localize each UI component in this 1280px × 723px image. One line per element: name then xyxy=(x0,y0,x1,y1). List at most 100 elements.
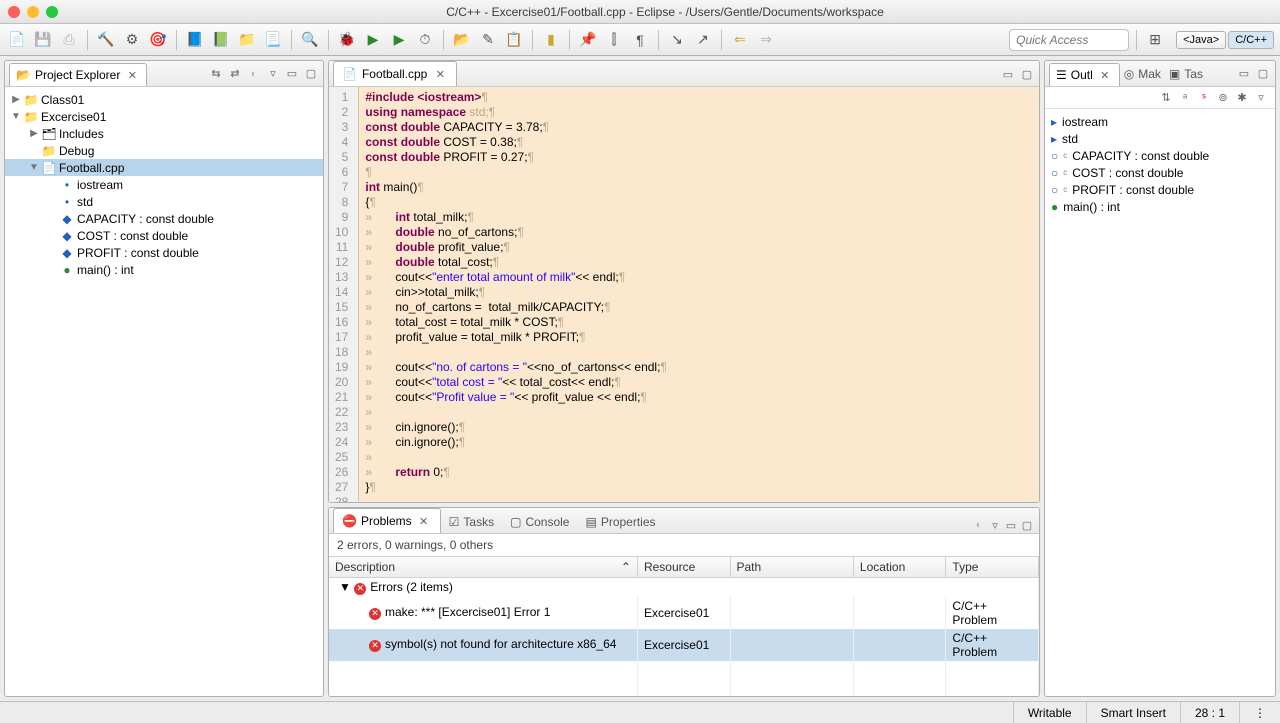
filter-static-icon[interactable]: ˢ xyxy=(1196,90,1212,106)
outline-list[interactable]: ▸iostream▸std○cCAPACITY : const double○c… xyxy=(1045,109,1275,696)
open-perspective-button[interactable]: ⊞ xyxy=(1144,29,1166,51)
column-header[interactable]: Location xyxy=(853,557,946,578)
tab-properties[interactable]: ▤ Properties xyxy=(577,511,663,533)
pin-button[interactable]: 📌 xyxy=(577,29,599,51)
prev-annotation-button[interactable]: ↗ xyxy=(692,29,714,51)
view-menu-icon[interactable]: ▿ xyxy=(265,66,281,82)
minimize-editor-icon[interactable]: ▭ xyxy=(1000,66,1016,82)
next-annotation-button[interactable]: ↘ xyxy=(666,29,688,51)
hide-nonpublic-icon[interactable]: ⊚ xyxy=(1215,90,1231,106)
outline-item[interactable]: ○cCOST : const double xyxy=(1045,164,1275,181)
link-editor-icon[interactable]: ⇄ xyxy=(227,66,243,82)
run-button[interactable]: ▶ xyxy=(362,29,384,51)
expand-arrow-icon[interactable]: ▼ xyxy=(29,162,39,173)
maximize-view-icon[interactable]: ▢ xyxy=(1255,66,1271,82)
save-button[interactable]: 💾 xyxy=(32,29,54,51)
perspective-java[interactable]: <Java> xyxy=(1176,31,1226,49)
run-last-button[interactable]: ▶ xyxy=(388,29,410,51)
new-class-button[interactable]: 📗 xyxy=(210,29,232,51)
maximize-view-icon[interactable]: ▢ xyxy=(303,66,319,82)
group-icon[interactable]: ✱ xyxy=(1234,90,1250,106)
close-icon[interactable]: ✕ xyxy=(1097,67,1113,83)
forward-button[interactable]: ⇒ xyxy=(755,29,777,51)
tree-item[interactable]: ◆COST : const double xyxy=(5,227,323,244)
editor-tab-football[interactable]: 📄 Football.cpp ✕ xyxy=(333,61,457,86)
build-target-button[interactable]: 🎯 xyxy=(147,29,169,51)
tree-item[interactable]: ▼📁Excercise01 xyxy=(5,108,323,125)
minimize-window-button[interactable] xyxy=(27,6,39,18)
close-icon[interactable]: ✕ xyxy=(124,67,140,83)
problem-row[interactable]: ✕make: *** [Excercise01] Error 1Excercis… xyxy=(329,597,1039,629)
status-menu[interactable]: ⋮ xyxy=(1239,702,1280,723)
code-content[interactable]: #include <iostream>¶using namespace std;… xyxy=(359,87,673,502)
tab-problems[interactable]: ⛔ Problems ✕ xyxy=(333,508,441,533)
search-button[interactable]: 🔍 xyxy=(299,29,321,51)
zoom-window-button[interactable] xyxy=(46,6,58,18)
problem-row[interactable]: ✕symbol(s) not found for architecture x8… xyxy=(329,629,1039,661)
outline-tab[interactable]: ☰ Outl ✕ xyxy=(1049,63,1120,86)
save-all-button[interactable]: ⎙ xyxy=(58,29,80,51)
project-tree[interactable]: ▶📁Class01▼📁Excercise01▶🗂Includes📁Debug▼📄… xyxy=(5,87,323,696)
tree-item[interactable]: ▼📄Football.cpp xyxy=(5,159,323,176)
expand-arrow-icon[interactable]: ▶ xyxy=(29,128,39,139)
outline-item[interactable]: ○cPROFIT : const double xyxy=(1045,181,1275,198)
toggle-mark-button[interactable]: ▮ xyxy=(540,29,562,51)
column-header[interactable]: Resource xyxy=(637,557,730,578)
close-tab-icon[interactable]: ✕ xyxy=(432,66,448,82)
error-group-row[interactable]: ▼ ✕Errors (2 items) xyxy=(329,578,1039,597)
build-button[interactable]: 🔨 xyxy=(95,29,117,51)
tree-item[interactable]: ◆CAPACITY : const double xyxy=(5,210,323,227)
tab-tasks[interactable]: ☑ Tasks xyxy=(441,511,502,533)
minimize-view-icon[interactable]: ▭ xyxy=(1003,517,1019,533)
profile-button[interactable]: ⏱ xyxy=(414,29,436,51)
tab-console[interactable]: ▢ Console xyxy=(502,511,577,533)
problems-table[interactable]: Description⌃ResourcePathLocationType ▼ ✕… xyxy=(329,556,1039,696)
new-button[interactable]: 📄 xyxy=(6,29,28,51)
open-element-button[interactable]: 📋 xyxy=(503,29,525,51)
tab-make[interactable]: ◎ Mak xyxy=(1120,64,1165,84)
outline-item[interactable]: ▸std xyxy=(1045,130,1275,147)
expand-arrow-icon[interactable]: ▶ xyxy=(11,94,21,105)
view-menu-icon[interactable]: ▿ xyxy=(987,517,1003,533)
expand-arrow-icon[interactable]: ▼ xyxy=(11,111,21,122)
column-header[interactable]: Type xyxy=(946,557,1039,578)
sort-icon[interactable]: ⇅ xyxy=(1158,90,1174,106)
quick-access-input[interactable] xyxy=(1009,29,1129,51)
column-header[interactable]: Description⌃ xyxy=(329,557,637,578)
open-task-button[interactable]: ✎ xyxy=(477,29,499,51)
focus-problems-icon[interactable]: ◐ xyxy=(971,517,987,533)
close-icon[interactable]: ✕ xyxy=(416,513,432,529)
focus-icon[interactable]: ◐ xyxy=(246,66,262,82)
collapse-all-icon[interactable]: ⇆ xyxy=(208,66,224,82)
expand-arrow-icon[interactable]: ▼ xyxy=(339,580,351,594)
tree-item[interactable]: 📁Debug xyxy=(5,142,323,159)
maximize-editor-icon[interactable]: ▢ xyxy=(1019,66,1035,82)
minimize-view-icon[interactable]: ▭ xyxy=(1236,66,1252,82)
back-button[interactable]: ⇐ xyxy=(729,29,751,51)
debug-button[interactable]: 🐞 xyxy=(336,29,358,51)
new-cpp-button[interactable]: 📘 xyxy=(184,29,206,51)
tab-task[interactable]: ▣ Tas xyxy=(1165,64,1207,84)
perspective-cpp[interactable]: C/C++ xyxy=(1228,31,1274,49)
build-all-button[interactable]: ⚙ xyxy=(121,29,143,51)
new-file-button[interactable]: 📃 xyxy=(262,29,284,51)
new-folder-button[interactable]: 📁 xyxy=(236,29,258,51)
maximize-view-icon[interactable]: ▢ xyxy=(1019,517,1035,533)
filter-fields-icon[interactable]: ᵃ xyxy=(1177,90,1193,106)
code-editor[interactable]: 1234567891011121314151617181920212223242… xyxy=(329,87,1039,502)
tree-item[interactable]: ▶📁Class01 xyxy=(5,91,323,108)
toggle-block-button[interactable]: ⫿ xyxy=(603,29,625,51)
column-header[interactable]: Path xyxy=(730,557,853,578)
show-whitespace-button[interactable]: ¶ xyxy=(629,29,651,51)
open-type-button[interactable]: 📂 xyxy=(451,29,473,51)
outline-item[interactable]: ●main() : int xyxy=(1045,198,1275,215)
tree-item[interactable]: ▶🗂Includes xyxy=(5,125,323,142)
outline-item[interactable]: ○cCAPACITY : const double xyxy=(1045,147,1275,164)
tree-item[interactable]: •iostream xyxy=(5,176,323,193)
view-menu-icon[interactable]: ▿ xyxy=(1253,90,1269,106)
project-explorer-tab[interactable]: 📂 Project Explorer ✕ xyxy=(9,63,147,86)
tree-item[interactable]: ◆PROFIT : const double xyxy=(5,244,323,261)
minimize-view-icon[interactable]: ▭ xyxy=(284,66,300,82)
outline-item[interactable]: ▸iostream xyxy=(1045,113,1275,130)
close-window-button[interactable] xyxy=(8,6,20,18)
